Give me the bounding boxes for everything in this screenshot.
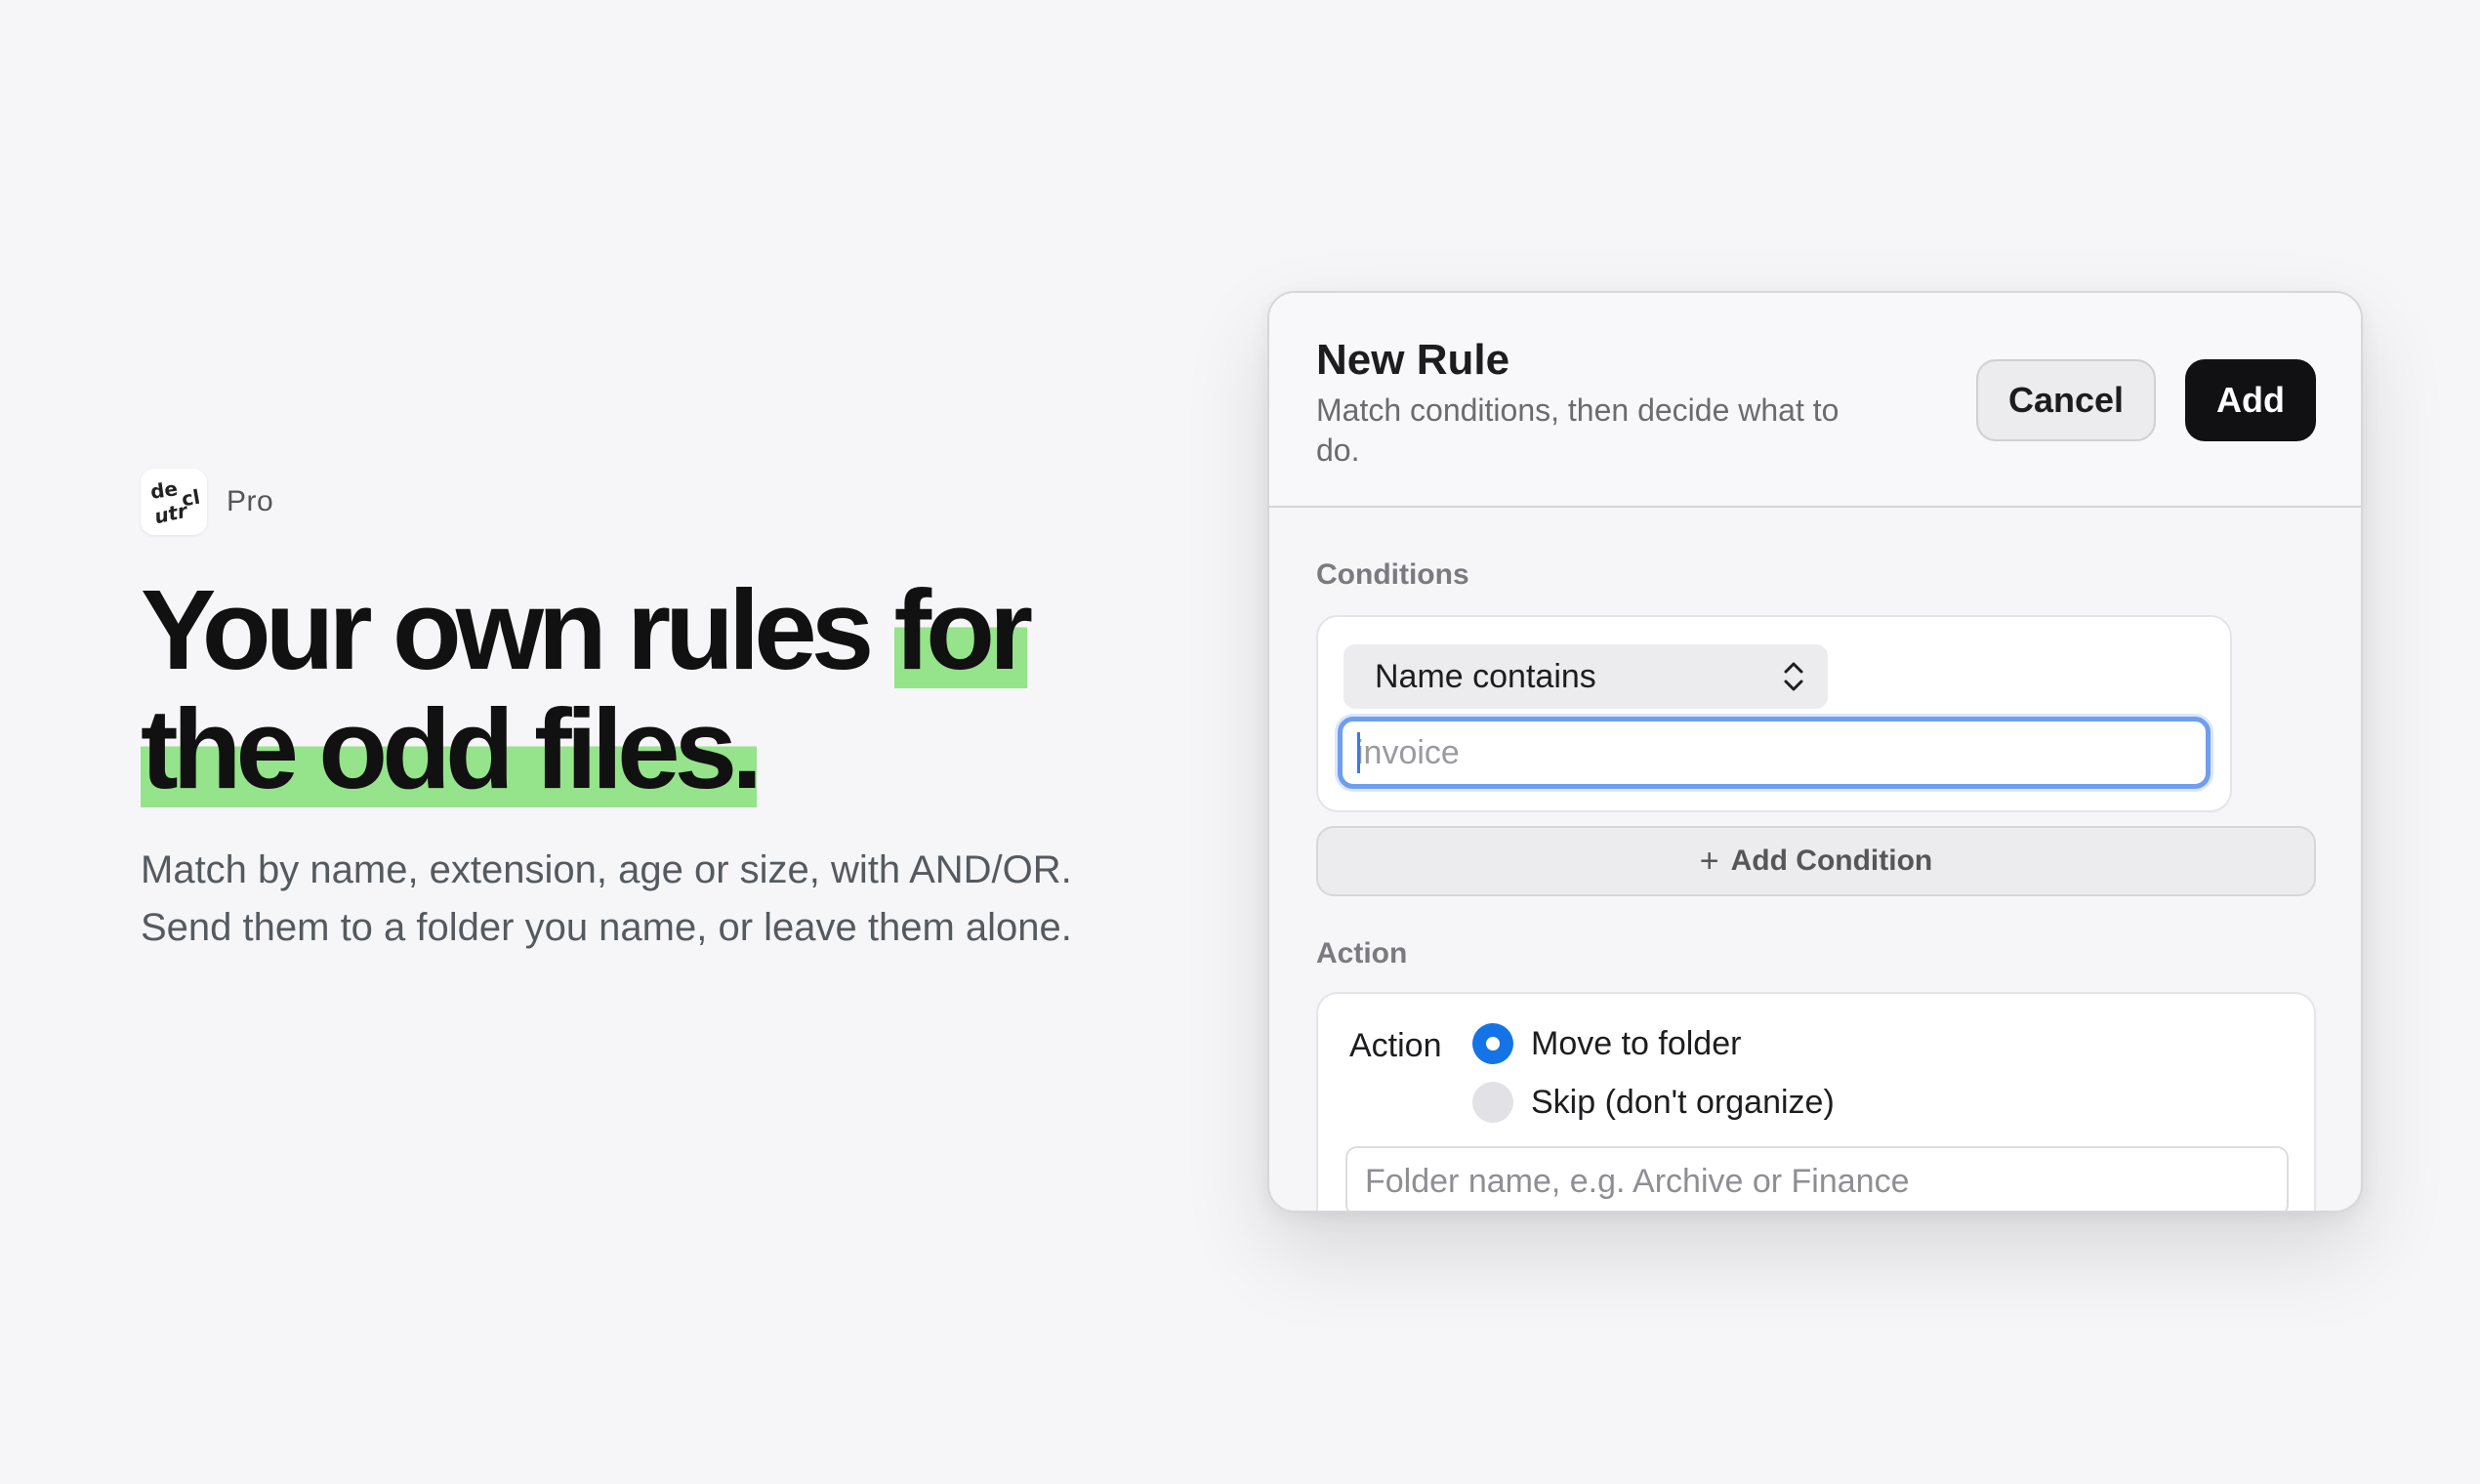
add-button[interactable]: Add [2185, 359, 2316, 441]
radio-selected-icon[interactable] [1472, 1023, 1513, 1064]
new-rule-dialog: New Rule Match conditions, then decide w… [1267, 291, 2363, 1213]
dialog-header: New Rule Match conditions, then decide w… [1269, 293, 2361, 508]
radio-skip-label: Skip (don't organize) [1531, 1083, 1835, 1121]
headline: Your own rules for the odd files. [141, 566, 1117, 812]
plus-icon: + [1699, 842, 1719, 880]
brand-label: Pro [227, 485, 274, 517]
action-card: Action Move to folder Skip (don't organi… [1316, 992, 2316, 1211]
radio-unselected-icon[interactable] [1472, 1082, 1513, 1123]
add-condition-button[interactable]: + Add Condition [1316, 826, 2316, 896]
headline-highlight-2: the odd files. [141, 685, 763, 812]
app-logo: de cl utr [141, 469, 207, 535]
cancel-button[interactable]: Cancel [1976, 359, 2156, 441]
headline-part-1: Your own rules [141, 566, 894, 693]
radio-move-label: Move to folder [1531, 1024, 1742, 1062]
text-caret [1357, 732, 1360, 773]
logo-letters-1: de [148, 476, 180, 504]
condition-value-input[interactable] [1338, 717, 2211, 789]
hero-subtext: Match by name, extension, age or size, w… [141, 848, 1072, 949]
radio-move-to-folder[interactable]: Move to folder [1472, 1023, 1741, 1064]
dialog-title: New Rule [1316, 336, 1510, 384]
stage: de cl utr Pro Your own rules for the odd … [0, 0, 2480, 1484]
chevron-up-down-icon [1784, 662, 1803, 691]
condition-card: Name contains [1316, 615, 2232, 812]
headline-highlight-1: for [893, 566, 1033, 693]
action-section-label: Action [1316, 937, 1408, 969]
folder-name-input[interactable] [1345, 1146, 2289, 1211]
brand: de cl utr Pro [141, 469, 273, 535]
condition-type-select[interactable]: Name contains [1343, 644, 1828, 709]
radio-skip[interactable]: Skip (don't organize) [1472, 1082, 1835, 1123]
condition-type-value: Name contains [1375, 657, 1596, 695]
logo-letters-3: utr [151, 498, 189, 529]
action-field-label: Action [1349, 1027, 1442, 1064]
add-condition-label: Add Condition [1730, 845, 1933, 877]
conditions-section-label: Conditions [1316, 558, 1469, 591]
dialog-subtitle: Match conditions, then decide what to do… [1316, 392, 1839, 468]
